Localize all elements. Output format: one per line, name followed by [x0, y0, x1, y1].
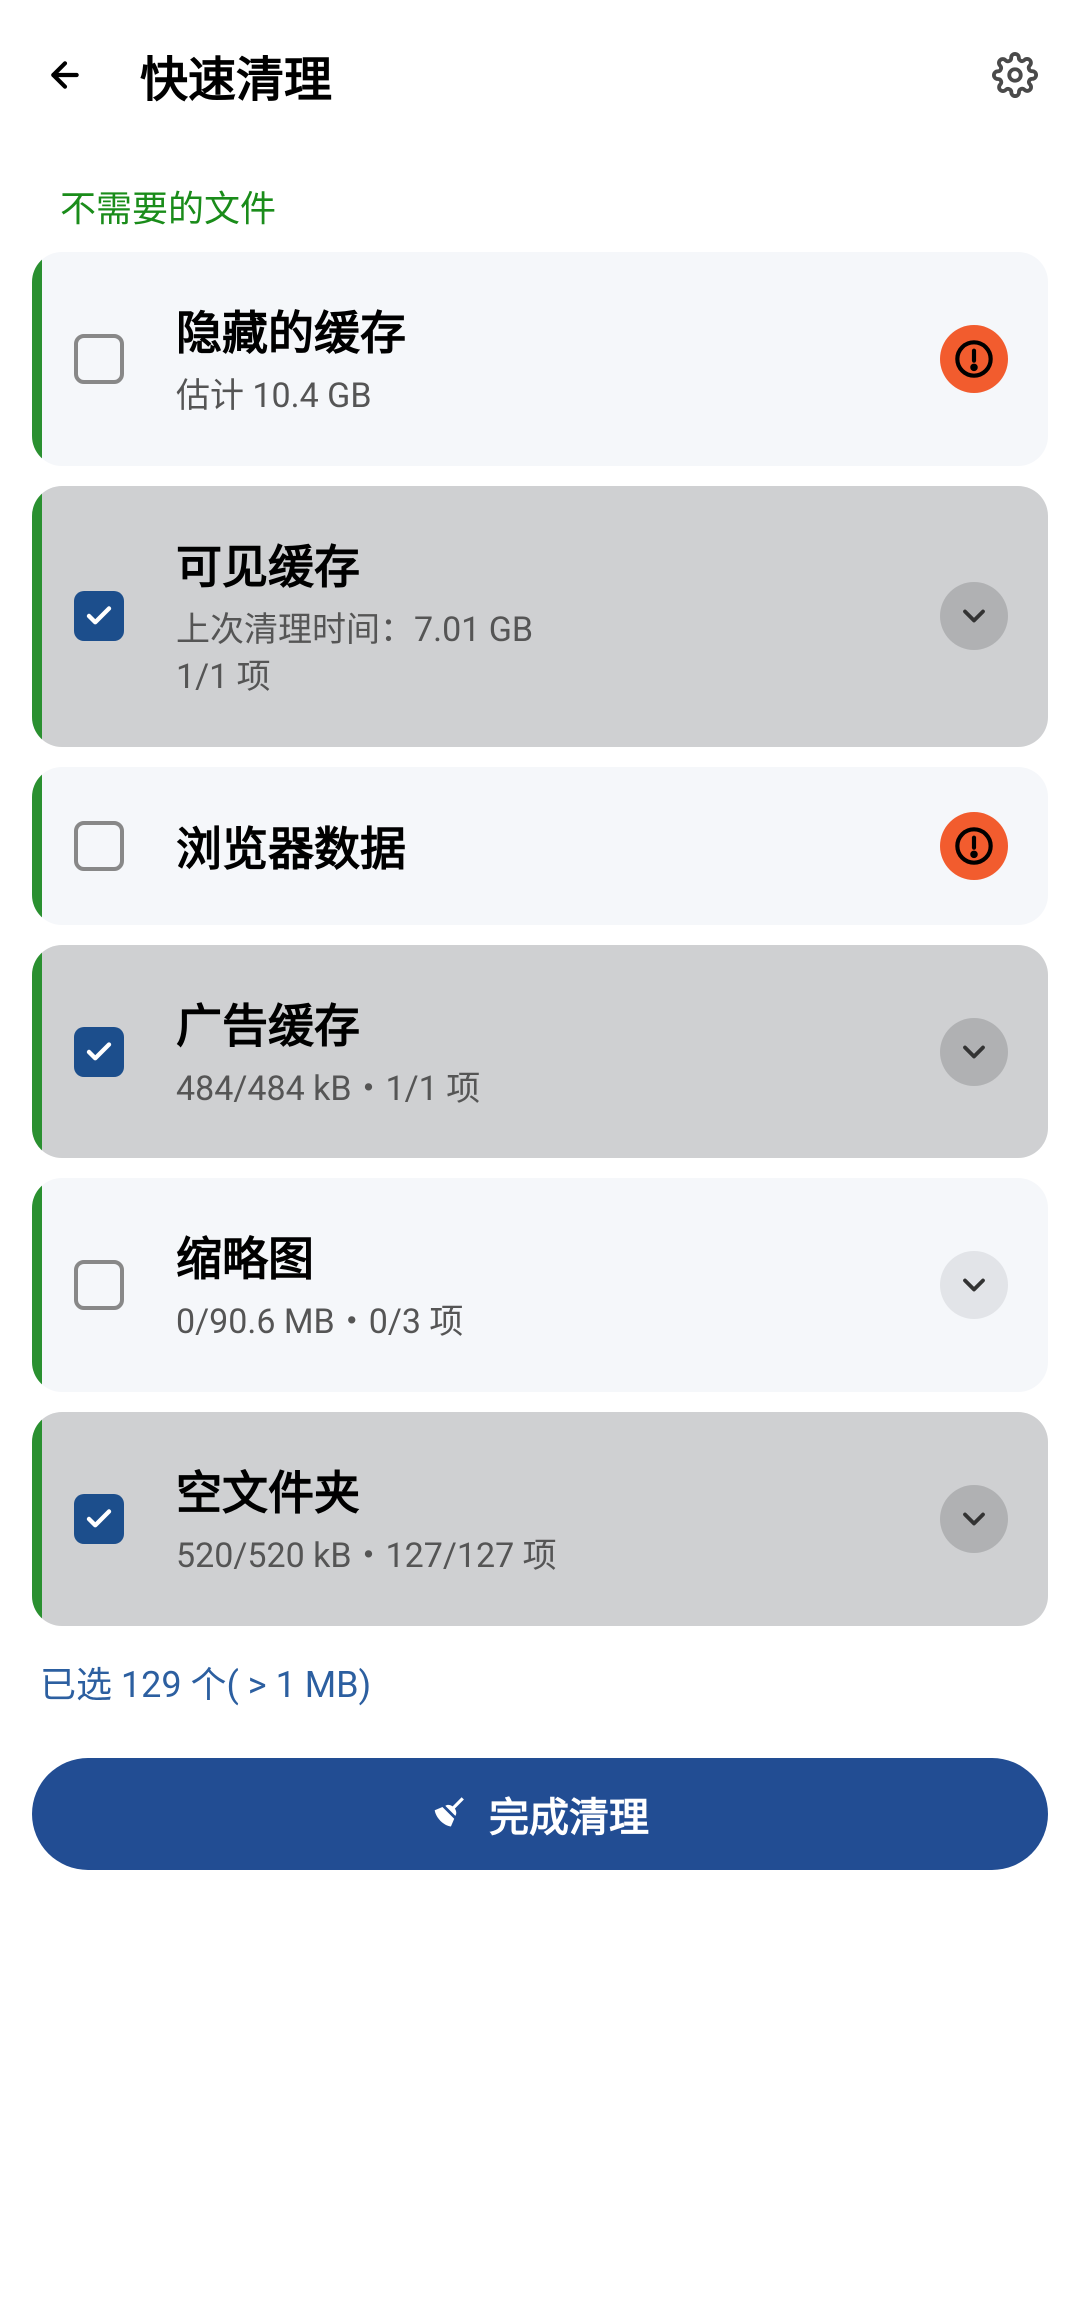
card-subtitle: 上次清理时间：7.01 GB 1/1 项: [176, 607, 940, 702]
card-subtitle: 484/484 kB・1/1 项: [176, 1066, 940, 1114]
card-title: 隐藏的缓存: [176, 297, 940, 363]
card-empty-folders[interactable]: 空文件夹 520/520 kB・127/127 项: [32, 1412, 1048, 1626]
card-browser-data[interactable]: 浏览器数据: [32, 767, 1048, 925]
alert-icon[interactable]: [940, 812, 1008, 880]
broom-icon: [431, 1793, 469, 1835]
section-label: 不需要的文件: [0, 150, 1080, 252]
gear-icon[interactable]: [990, 50, 1040, 100]
header: 快速清理: [0, 0, 1080, 150]
chevron-down-icon[interactable]: [940, 1251, 1008, 1319]
card-content: 隐藏的缓存 估计 10.4 GB: [176, 297, 940, 421]
card-title: 广告缓存: [176, 990, 940, 1056]
card-hidden-cache[interactable]: 隐藏的缓存 估计 10.4 GB: [32, 252, 1048, 466]
card-stripe: [32, 767, 42, 925]
checkbox-ad-cache[interactable]: [74, 1027, 124, 1077]
chevron-down-icon[interactable]: [940, 582, 1008, 650]
card-stripe: [32, 945, 42, 1159]
card-title: 可见缓存: [176, 531, 940, 597]
card-stripe: [32, 1178, 42, 1392]
card-visible-cache[interactable]: 可见缓存 上次清理时间：7.01 GB 1/1 项: [32, 486, 1048, 747]
card-content: 缩略图 0/90.6 MB・0/3 项: [176, 1223, 940, 1347]
checkbox-thumbnails[interactable]: [74, 1260, 124, 1310]
chevron-down-icon[interactable]: [940, 1018, 1008, 1086]
checkbox-visible-cache[interactable]: [74, 591, 124, 641]
card-subtitle: 0/90.6 MB・0/3 项: [176, 1299, 940, 1347]
card-subtitle: 520/520 kB・127/127 项: [176, 1533, 940, 1581]
card-thumbnails[interactable]: 缩略图 0/90.6 MB・0/3 项: [32, 1178, 1048, 1392]
complete-button[interactable]: 完成清理: [32, 1758, 1048, 1870]
card-content: 可见缓存 上次清理时间：7.01 GB 1/1 项: [176, 531, 940, 702]
chevron-down-icon[interactable]: [940, 1485, 1008, 1553]
card-stripe: [32, 486, 42, 747]
complete-button-label: 完成清理: [489, 1785, 649, 1843]
card-ad-cache[interactable]: 广告缓存 484/484 kB・1/1 项: [32, 945, 1048, 1159]
card-subtitle: 估计 10.4 GB: [176, 373, 940, 421]
card-list: 隐藏的缓存 估计 10.4 GB 可见缓存 上次清理时间：7.01 GB 1/1…: [0, 252, 1080, 1626]
card-stripe: [32, 1412, 42, 1626]
card-content: 广告缓存 484/484 kB・1/1 项: [176, 990, 940, 1114]
card-content: 空文件夹 520/520 kB・127/127 项: [176, 1457, 940, 1581]
checkbox-browser-data[interactable]: [74, 821, 124, 871]
card-title: 缩略图: [176, 1223, 940, 1289]
alert-icon[interactable]: [940, 325, 1008, 393]
card-title: 浏览器数据: [176, 813, 940, 879]
checkbox-empty-folders[interactable]: [74, 1494, 124, 1544]
card-title: 空文件夹: [176, 1457, 940, 1523]
selection-summary: 已选 129 个( > 1 MB): [0, 1626, 1080, 1738]
back-icon[interactable]: [40, 50, 90, 100]
checkbox-hidden-cache[interactable]: [74, 334, 124, 384]
card-stripe: [32, 252, 42, 466]
page-title: 快速清理: [140, 40, 940, 110]
card-content: 浏览器数据: [176, 813, 940, 879]
